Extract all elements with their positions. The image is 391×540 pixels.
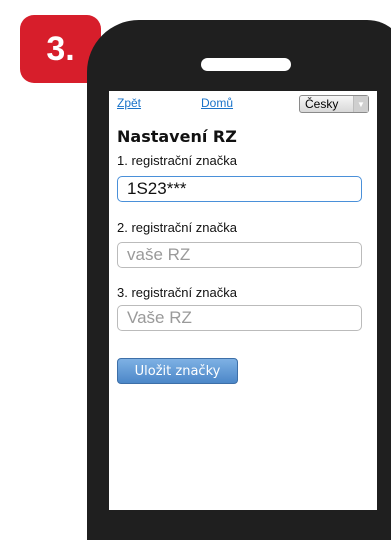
page-title: Nastavení RZ [117,127,237,146]
plate-1-label: 1. registrační značka [117,153,237,168]
plate-3-input[interactable] [117,305,362,331]
home-link[interactable]: Domů [201,96,233,110]
plate-3-label: 3. registrační značka [117,285,237,300]
plate-1-input[interactable] [117,176,362,202]
language-value: Česky [305,97,339,111]
phone-speaker [201,58,291,71]
plate-2-label: 2. registrační značka [117,220,237,235]
back-link[interactable]: Zpět [117,96,141,110]
save-plates-button[interactable]: Uložit značky [117,358,238,384]
language-select[interactable]: Česky ▼ [299,95,369,113]
chevron-down-icon: ▼ [353,96,368,112]
plate-2-input[interactable] [117,242,362,268]
phone-screen: Zpět Domů Česky ▼ Nastavení RZ 1. regist… [109,91,377,510]
step-number: 3. [46,29,75,68]
top-nav: Zpět Domů Česky ▼ [109,91,377,115]
